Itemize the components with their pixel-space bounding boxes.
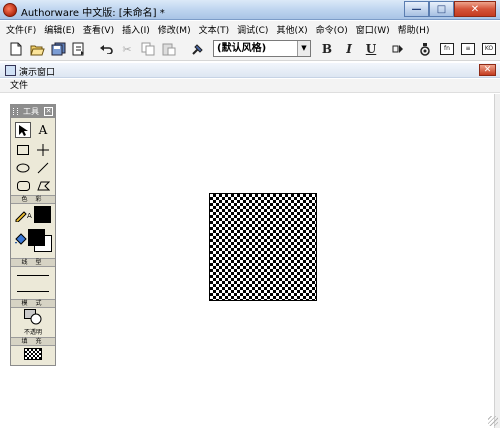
text-tool[interactable]: A xyxy=(35,122,51,138)
presentation-menu-bar: 文件 xyxy=(0,79,500,93)
drag-handle-icon[interactable] xyxy=(13,108,18,115)
tools-palette-close-button[interactable]: ✕ xyxy=(44,107,53,116)
variables-icon[interactable]: ≡ xyxy=(460,41,476,57)
mode-value-label: 不透明 xyxy=(23,329,42,336)
presentation-window-title: 演示窗口 xyxy=(19,68,56,78)
knowledge-objects-icon[interactable]: KO xyxy=(481,41,497,57)
menu-help[interactable]: 帮助(H) xyxy=(398,23,430,36)
menu-modify[interactable]: 修改(M) xyxy=(158,23,191,36)
mode-section-header: 模 式 xyxy=(11,299,55,308)
stage-right-edge xyxy=(494,94,500,428)
run-icon[interactable] xyxy=(390,41,406,57)
find-icon[interactable] xyxy=(190,41,206,57)
menu-other[interactable]: 其他(X) xyxy=(276,23,307,36)
title-bar: Authorware 中文版: [未命名] * — □ ✕ xyxy=(0,0,500,20)
diagonal-line-tool[interactable] xyxy=(35,160,51,176)
copy-icon[interactable] xyxy=(140,41,156,57)
maximize-button[interactable]: □ xyxy=(429,1,454,17)
functions-icon[interactable]: fn xyxy=(439,41,455,57)
fill-section-header: 填 充 xyxy=(11,337,55,346)
text-style-dropdown[interactable]: (默认风格) ▼ xyxy=(213,40,311,57)
cut-icon[interactable]: ✂ xyxy=(119,41,135,57)
presentation-window-icon xyxy=(5,65,16,76)
menu-debug[interactable]: 调试(C) xyxy=(237,23,268,36)
presentation-menu-file[interactable]: 文件 xyxy=(10,81,28,91)
tools-palette-header[interactable]: 工具 ✕ xyxy=(11,105,55,118)
text-color-letter-icon: A xyxy=(27,212,32,220)
checkered-rectangle[interactable] xyxy=(209,193,317,301)
resize-grip[interactable] xyxy=(488,416,498,426)
menu-view[interactable]: 查看(V) xyxy=(83,23,114,36)
paste-icon[interactable] xyxy=(161,41,177,57)
underline-button[interactable]: U xyxy=(363,41,379,57)
line-style-thin[interactable] xyxy=(17,275,49,276)
fill-foreground-swatch[interactable] xyxy=(28,229,45,246)
authorware-app-icon[interactable] xyxy=(3,3,17,17)
line-section-header: 线 型 xyxy=(11,258,55,267)
ellipse-tool[interactable] xyxy=(15,160,31,176)
control-panel-icon[interactable] xyxy=(417,41,433,57)
menu-edit[interactable]: 编辑(E) xyxy=(44,23,75,36)
menu-insert[interactable]: 插入(I) xyxy=(122,23,150,36)
toolbar: ✂ (默认风格) ▼ B I U fn ≡ KO xyxy=(0,37,500,61)
text-style-value: (默认风格) xyxy=(217,43,267,54)
pointer-tool[interactable] xyxy=(15,122,31,138)
menu-bar: 文件(F) 编辑(E) 查看(V) 插入(I) 修改(M) 文本(T) 调试(C… xyxy=(0,21,500,37)
menu-file[interactable]: 文件(F) xyxy=(6,23,36,36)
bold-button[interactable]: B xyxy=(319,41,335,57)
undo-icon[interactable] xyxy=(98,41,114,57)
presentation-window-titlebar: 演示窗口 ✕ xyxy=(0,63,500,78)
save-all-icon[interactable] xyxy=(50,41,66,57)
menu-text[interactable]: 文本(T) xyxy=(199,23,230,36)
menu-commands[interactable]: 命令(O) xyxy=(316,23,348,36)
window-controls: — □ ✕ xyxy=(404,1,496,17)
minimize-button[interactable]: — xyxy=(404,1,429,17)
new-icon[interactable] xyxy=(8,41,24,57)
menu-window[interactable]: 窗口(W) xyxy=(356,23,390,36)
presentation-close-button[interactable]: ✕ xyxy=(479,64,496,76)
import-icon[interactable] xyxy=(70,41,86,57)
close-button[interactable]: ✕ xyxy=(454,1,496,17)
crosshair-tool[interactable] xyxy=(35,142,51,158)
window-title: Authorware 中文版: [未命名] * xyxy=(21,8,165,19)
line-style-option[interactable] xyxy=(17,291,49,292)
polygon-tool[interactable] xyxy=(35,178,51,194)
mode-opaque-icon[interactable] xyxy=(24,309,42,325)
rectangle-tool[interactable] xyxy=(15,142,31,158)
tools-palette: 工具 ✕ A 色 彩 A 线 型 模 式 不透明 填 充 xyxy=(10,104,56,366)
tools-palette-title: 工具 xyxy=(23,107,39,116)
fill-bucket-icon[interactable] xyxy=(12,232,28,248)
color-section-header: 色 彩 xyxy=(11,195,55,204)
open-icon[interactable] xyxy=(29,41,45,57)
fill-pattern-swatch[interactable] xyxy=(24,348,42,360)
chevron-down-icon[interactable]: ▼ xyxy=(297,41,310,56)
rounded-rectangle-tool[interactable] xyxy=(15,178,31,194)
pen-color-swatch[interactable] xyxy=(34,206,51,223)
italic-button[interactable]: I xyxy=(341,41,357,57)
